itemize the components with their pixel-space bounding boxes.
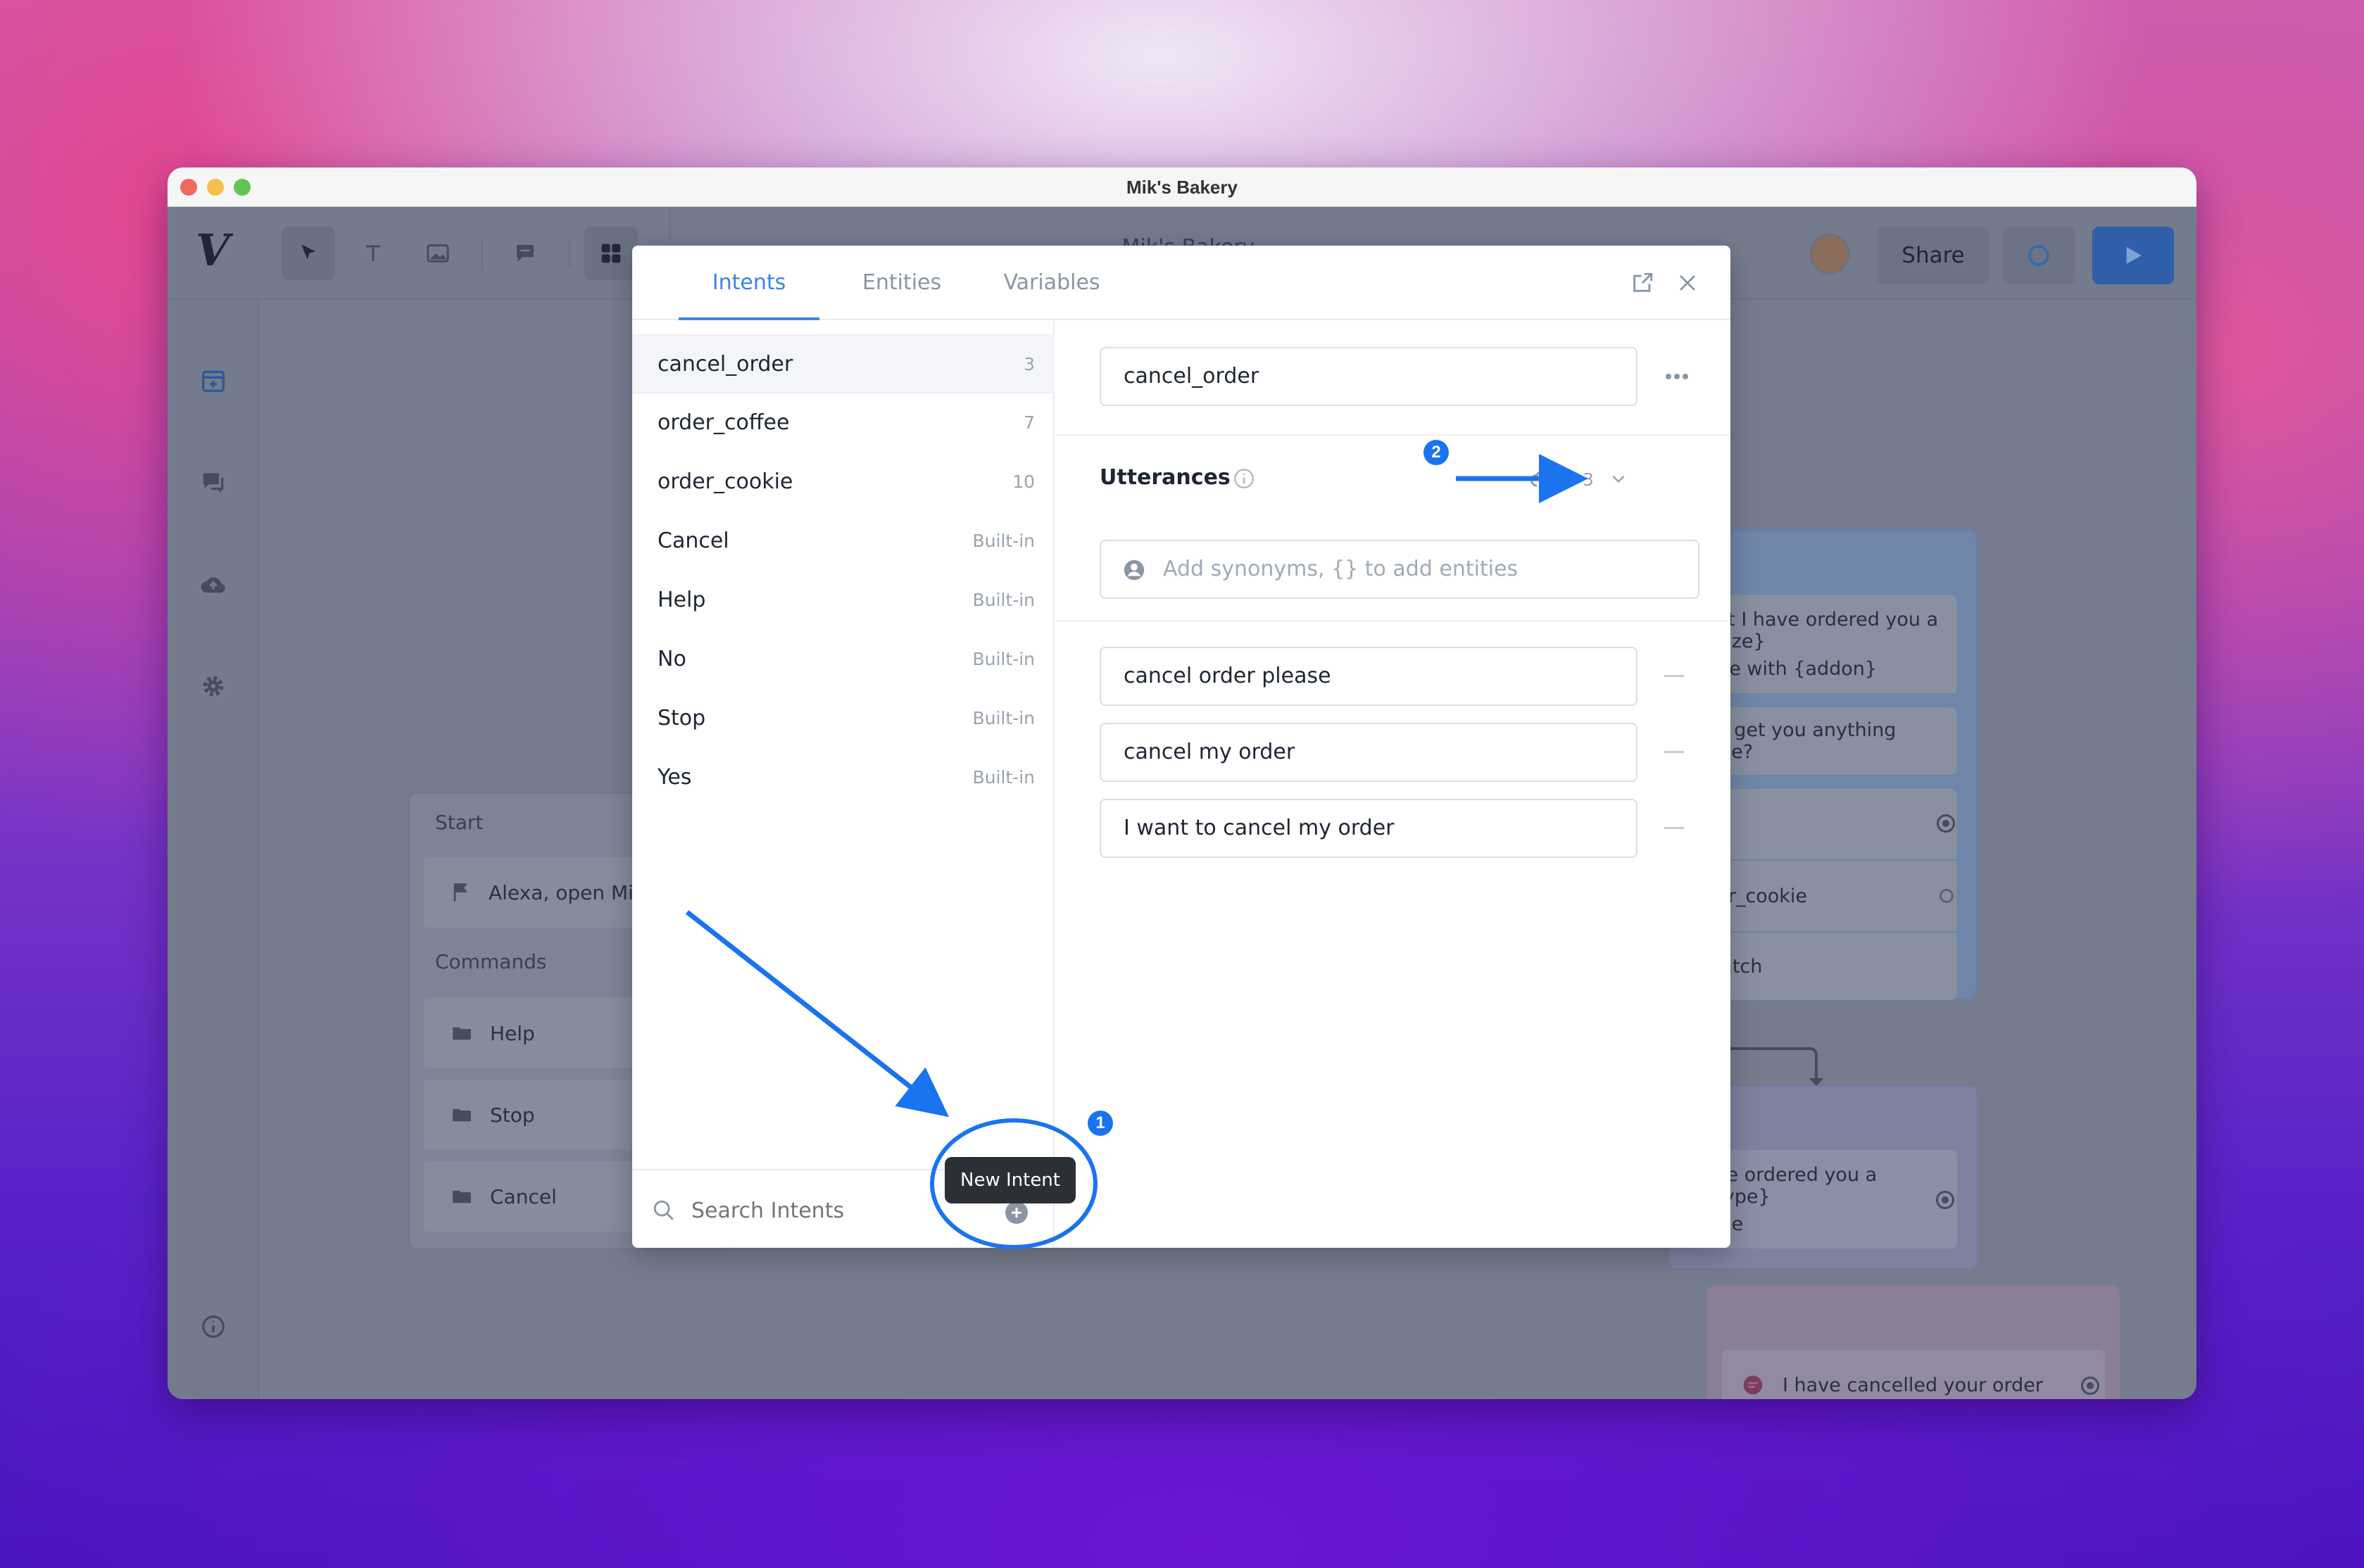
annotation-callout: 1 — [1088, 1111, 1113, 1136]
annotation-callout: 2 — [1423, 440, 1449, 465]
annotation-circle — [930, 1118, 1098, 1249]
annotation-overlay — [685, 454, 1588, 1249]
annotation-arrow-1 — [685, 910, 950, 1118]
